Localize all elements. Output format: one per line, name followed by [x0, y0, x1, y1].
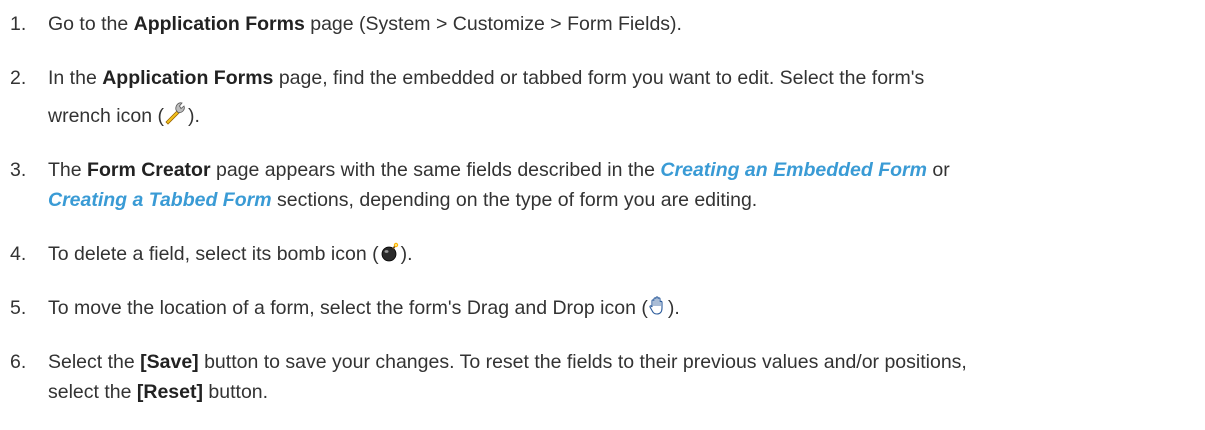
step-text: In the Application Forms page, find the … [48, 62, 924, 94]
step-text-segment: To move the location of a form, select t… [48, 297, 648, 319]
step-text-segment: Go to the [48, 13, 134, 35]
step-text: To move the location of a form, select t… [48, 292, 680, 327]
step-text: Select the [Save] button to save your ch… [48, 346, 967, 378]
step-text-line2: select the [Reset] button. [48, 376, 268, 408]
step-text-segment: button to save your changes. To reset th… [198, 351, 967, 373]
step-number: 5. [10, 297, 27, 319]
instruction-list: 1. Go to the Application Forms page (Sys… [0, 0, 1205, 430]
step-text-segment: page appears with the same fields descri… [210, 159, 661, 181]
step-number: 4. [10, 243, 27, 265]
step-text-segment: The [48, 159, 88, 181]
step-text-segment: ). [400, 243, 413, 265]
step-text-segment: Select the [48, 351, 141, 373]
step-text-segment: button. [203, 381, 269, 403]
ui-term-reset: [Reset] [136, 381, 203, 403]
bomb-icon [379, 241, 401, 273]
link-creating-embedded-form[interactable]: Creating an Embedded Form [660, 159, 927, 181]
step-text: To delete a field, select its bomb icon … [48, 238, 413, 273]
step-number: 1. [10, 13, 27, 35]
ui-term-form-creator: Form Creator [87, 159, 211, 181]
step-text-segment: ). [667, 297, 680, 319]
step-text-segment: In the [48, 67, 103, 89]
ui-term-application-forms: Application Forms [133, 13, 305, 35]
ui-term-save: [Save] [140, 351, 199, 373]
step-text: The Form Creator page appears with the s… [48, 154, 950, 186]
step-text-segment: page (System > Customize > Form Fields). [304, 13, 682, 35]
step-text-segment: or [926, 159, 950, 181]
step-number: 6. [10, 351, 27, 373]
step-number: 2. [10, 67, 27, 89]
step-number: 3. [10, 159, 27, 181]
ui-term-application-forms: Application Forms [102, 67, 274, 89]
step-text: Go to the Application Forms page (System… [48, 8, 682, 40]
step-text-segment: To delete a field, select its bomb icon … [48, 243, 379, 265]
step-text-segment: ). [187, 105, 200, 127]
step-text-segment: page, find the embedded or tabbed form y… [273, 67, 925, 89]
step-text-segment: select the [48, 381, 137, 403]
step-text-segment: sections, depending on the type of form … [271, 189, 758, 211]
step-text-segment: wrench icon ( [48, 105, 164, 127]
step-text-line2: wrench icon ( ). [48, 100, 200, 135]
link-creating-tabbed-form[interactable]: Creating a Tabbed Form [48, 189, 272, 211]
hand-icon [648, 295, 668, 327]
step-text-line2: Creating a Tabbed Form sections, dependi… [48, 184, 757, 216]
wrench-icon [164, 101, 188, 135]
